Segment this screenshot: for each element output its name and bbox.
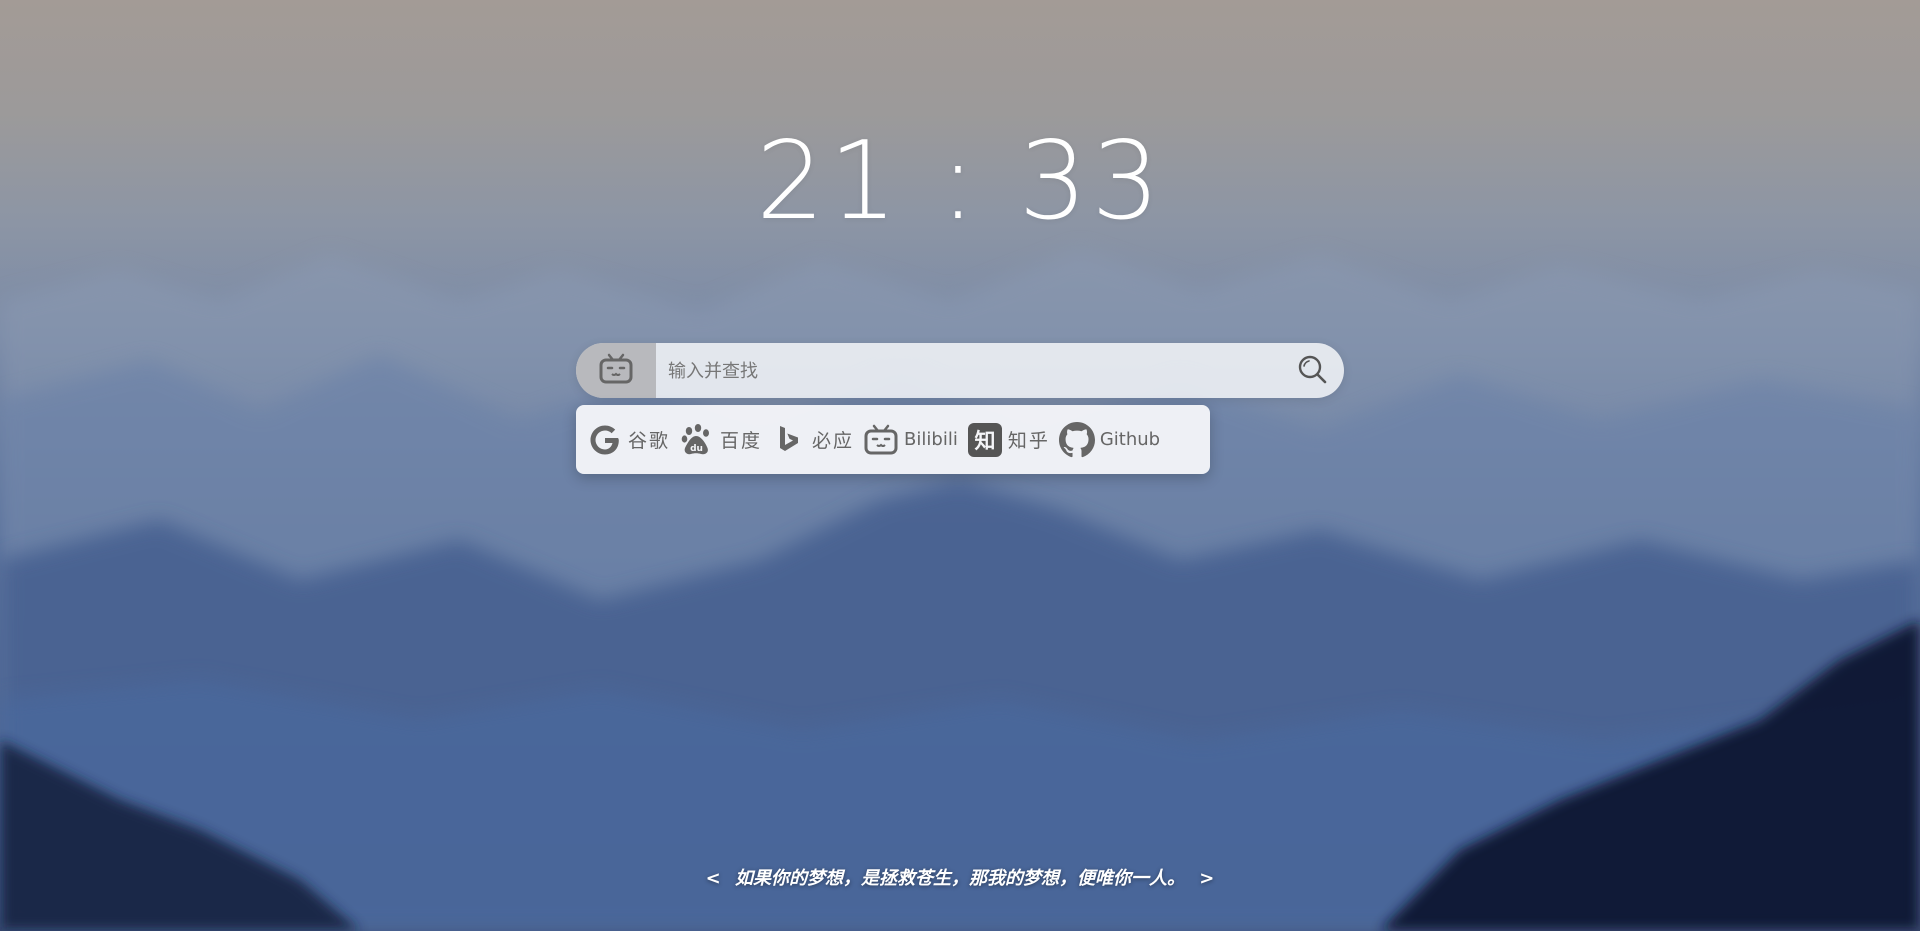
engine-google[interactable]: 谷歌: [586, 418, 670, 462]
engine-label-zhihu: 知乎: [1007, 430, 1050, 452]
search-icon: [1296, 353, 1328, 389]
bilibili-tv-icon: [598, 352, 634, 390]
bilibili-tv-icon: [862, 421, 900, 459]
engine-label-baidu: 百度: [720, 430, 763, 452]
search-input[interactable]: [666, 343, 1270, 398]
search-bar: [576, 343, 1344, 398]
engine-selector-button[interactable]: [576, 343, 656, 398]
clock-time: 21 : 33: [756, 119, 1164, 244]
engine-label-google: 谷歌: [628, 430, 671, 452]
zhihu-icon: 知: [966, 421, 1004, 459]
google-icon: [586, 421, 624, 459]
bing-icon: [770, 421, 808, 459]
quote-text: 如果你的梦想，是拯救苍生，那我的梦想，便唯你一人。: [735, 868, 1185, 889]
svg-text:知: 知: [974, 429, 995, 453]
quote-line: < 如果你的梦想，是拯救苍生，那我的梦想，便唯你一人。 >: [0, 864, 1920, 890]
engine-bing[interactable]: 必应: [770, 418, 854, 462]
svg-text:du: du: [690, 444, 703, 454]
quote-prev-button[interactable]: <: [706, 868, 721, 889]
search-submit-button[interactable]: [1292, 351, 1332, 391]
engine-label-github: Github: [1099, 429, 1161, 450]
engine-label-bilibili: Bilibili: [904, 429, 958, 450]
engine-label-bing: 必应: [812, 430, 855, 452]
github-icon: [1058, 421, 1096, 459]
engine-github[interactable]: Github: [1058, 418, 1160, 462]
engine-zhihu[interactable]: 知 知乎: [966, 418, 1050, 462]
baidu-paw-icon: du: [678, 421, 716, 459]
search-engine-list: 谷歌 du 百度 必应 Bilibili 知 知乎 Github: [576, 405, 1210, 474]
quote-next-button[interactable]: >: [1199, 868, 1214, 889]
engine-baidu[interactable]: du 百度: [678, 418, 762, 462]
engine-bilibili[interactable]: Bilibili: [862, 418, 958, 462]
